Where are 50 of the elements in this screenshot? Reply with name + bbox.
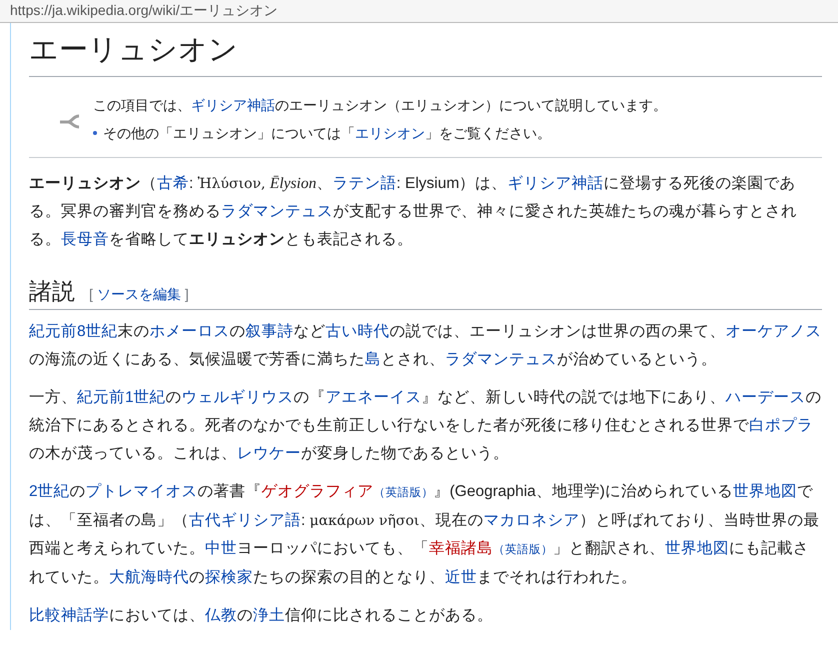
- article-link[interactable]: 古希: [157, 174, 189, 192]
- article-link[interactable]: アエネーイス: [326, 388, 422, 406]
- body-paragraph: 比較神話学においては、仏教の浄土信仰に比されることがある。: [29, 606, 494, 626]
- missing-article-link[interactable]: ゲオグラフィア: [262, 482, 374, 500]
- english-version-link[interactable]: （英語版）: [374, 486, 434, 499]
- article-link[interactable]: ラダマンテュス: [221, 202, 333, 220]
- article-link[interactable]: マカロネシア: [483, 512, 580, 529]
- article-link[interactable]: 中世: [205, 540, 237, 557]
- article-link[interactable]: 長母音: [61, 230, 109, 248]
- article-link[interactable]: 仏教: [205, 606, 237, 624]
- article-link[interactable]: 2世紀: [29, 482, 70, 500]
- body-paragraph: 一方、紀元前1世紀のウェルギリウスの『アエネーイス』など、新しい時代の説では地下にあり、ハーデースの統治下にあるとされる。死者のなかでも生前正しい行ないをした者が死後に移り住むとされる世界で白ポプラ の木が茂っている。これは、レウケーが変身した物であるという。: [29, 388, 822, 464]
- article-link[interactable]: オーケアノス: [726, 322, 822, 340]
- article-link[interactable]: 大航海時代: [109, 568, 189, 586]
- article-link[interactable]: 浄土: [253, 606, 285, 624]
- english-version-link[interactable]: （英語版）: [493, 544, 553, 556]
- page-title: エーリュシオン: [29, 27, 822, 77]
- article-link[interactable]: 世界地図: [732, 482, 797, 500]
- article-link[interactable]: プトレマイオス: [86, 482, 198, 500]
- article-link[interactable]: ハーデース: [726, 388, 806, 406]
- bullet-icon: [93, 130, 97, 135]
- article-link[interactable]: 叙事詩: [246, 322, 294, 340]
- article-link[interactable]: ラテン語: [332, 174, 396, 192]
- hatnote-text: この項目では、ギリシア神話のエーリュシオン（エリュシオン）について説明しています。: [93, 96, 667, 115]
- article-link[interactable]: 近世: [445, 568, 477, 586]
- body-paragraph: 紀元前8世紀末のホメーロスの叙事詩など古い時代の説では、エーリュシオンは世界の西の果て、オーケアノス の海流の近くにある、気候温暖で芳香に満ちた島 とされ、ラダマンテュスが治めているという。: [29, 322, 822, 370]
- article-link[interactable]: ウェルギリウス: [182, 388, 294, 406]
- article-link[interactable]: ラダマンテュス: [445, 350, 557, 368]
- missing-article-link[interactable]: 幸福諸島: [429, 540, 493, 557]
- article-link[interactable]: ホメーロス: [150, 322, 230, 340]
- article-link[interactable]: 紀元前8世紀: [29, 322, 118, 340]
- article-link[interactable]: 白ポプラ: [749, 416, 813, 434]
- article-link[interactable]: エリシオン: [355, 124, 425, 141]
- article-link[interactable]: ギリシア神話: [507, 174, 604, 192]
- lead-paragraph: エーリュシオン（古希: Ἠλύσιον, Ēlysion、ラテン語: Elysium）は、ギリシア神話に登場する死後の楽園である。冥界の審判官を務める ラダマンテュスが支配する世界で、神々に愛された英雄たちの魂が暮らすとされる。長母音を省略してエリュシオン とも表記される。: [29, 174, 798, 250]
- hatnote-item: その他の「エリュシオン」については「エリシオン」をご覧ください。: [103, 124, 551, 143]
- article-link[interactable]: 古い時代: [326, 322, 390, 340]
- edit-source-link[interactable]: ソースを編集: [96, 286, 181, 304]
- article-link[interactable]: 比較神話学: [29, 606, 109, 624]
- body-paragraph: 2世紀のプトレマイオスの著書『ゲオグラフィア（英語版）』(Geographia、地理学)に治められている世界地図では、「至福者の島」（古代ギリシア語: μακάρων νῆσοι、現在のマカロネシア）と呼ばれており、当時世界の最西端と考えられていた。中世ヨーロッパにおいても、「幸福諸島（英語版）」と翻訳され、世界地図 にも記載されていた。大航海時代の探検家たちの探索の目的となり、近世 までそれは行われた。: [29, 482, 820, 588]
- article-link[interactable]: 探検家: [205, 568, 253, 586]
- bracket: ]: [184, 286, 189, 304]
- article-link[interactable]: 島: [365, 350, 381, 368]
- section-heading: 諸説: [29, 276, 75, 306]
- article-link[interactable]: 古代ギリシア語: [189, 512, 301, 529]
- bracket: [: [89, 286, 93, 304]
- article-link[interactable]: 紀元前1世紀: [77, 388, 166, 406]
- article-link[interactable]: レウケー: [237, 444, 301, 462]
- article-link[interactable]: ギリシア神話: [191, 96, 275, 113]
- article-link[interactable]: 世界地図: [665, 540, 729, 557]
